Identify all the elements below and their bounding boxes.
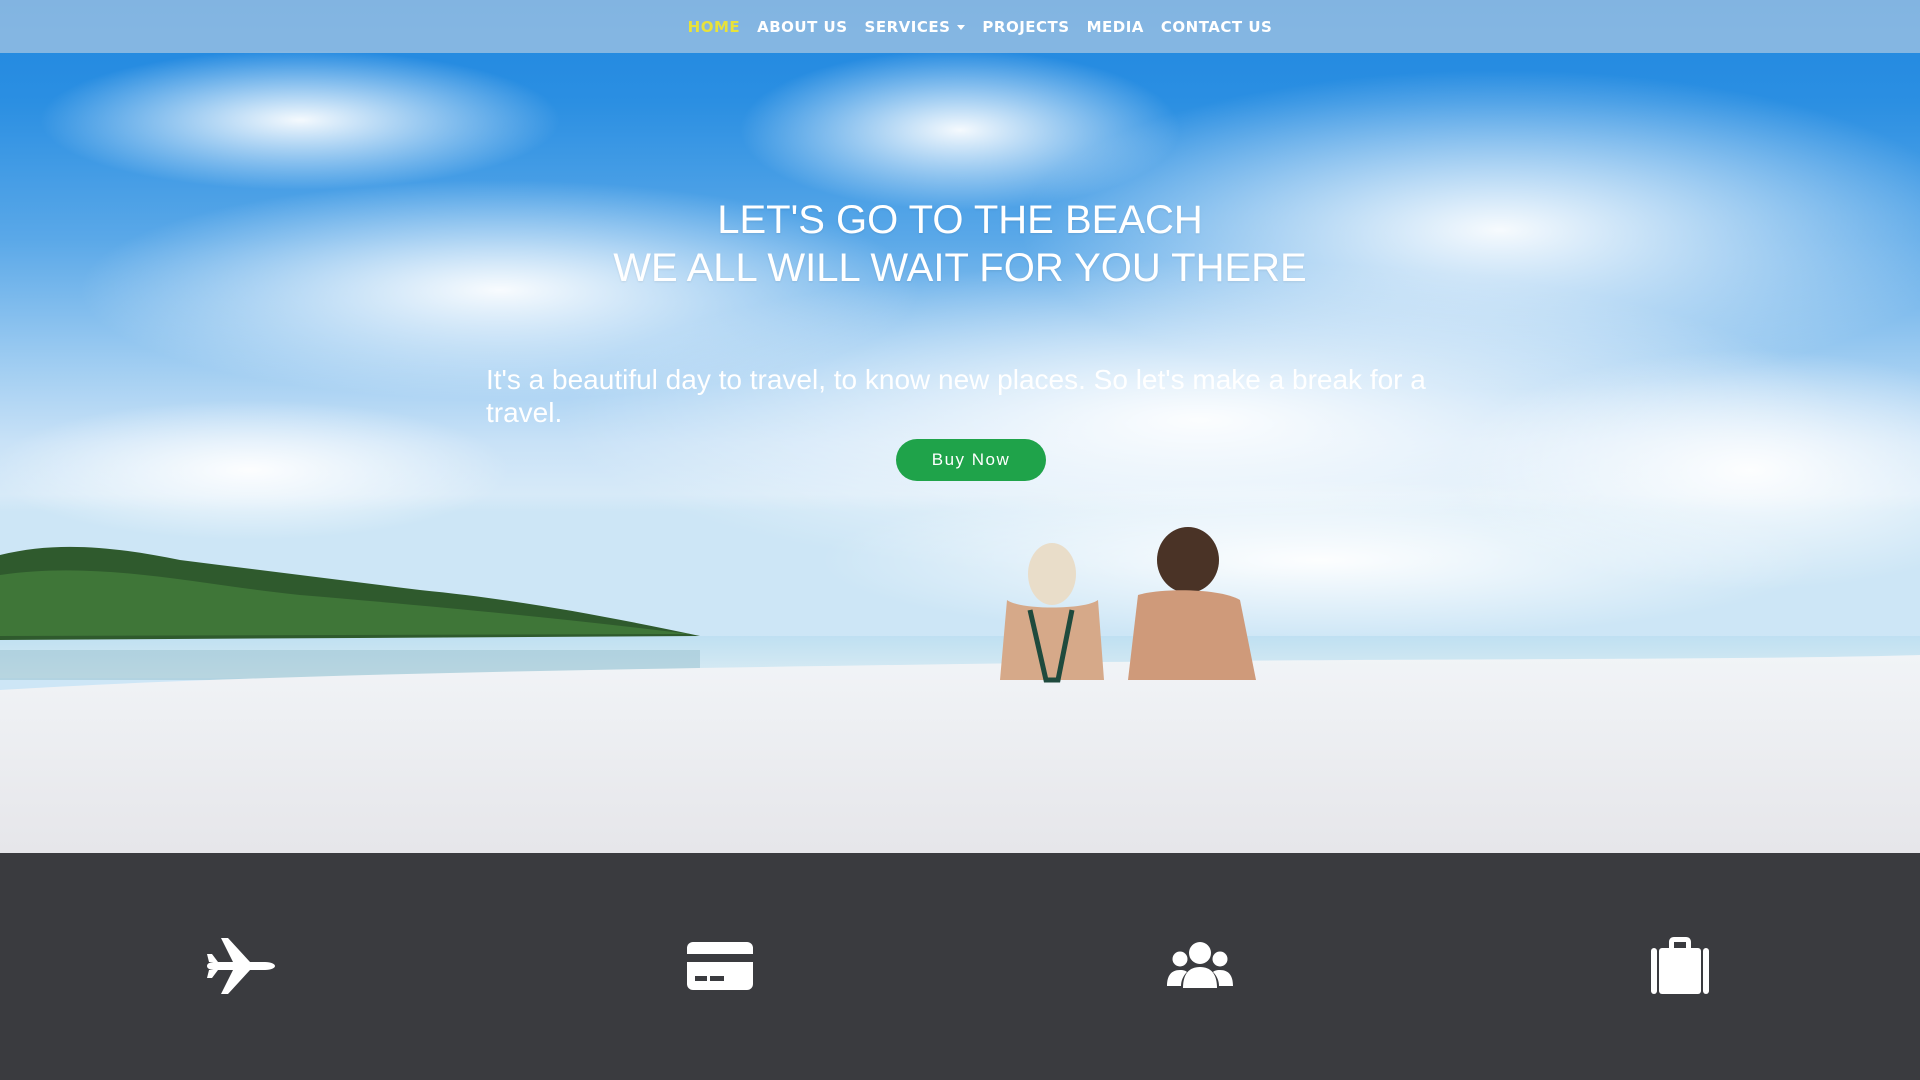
credit-card-icon	[685, 936, 755, 996]
users-icon	[1165, 936, 1235, 996]
nav-contact-us[interactable]: CONTACT US	[1161, 18, 1272, 36]
nav-about-us-label: ABOUT US	[757, 17, 848, 36]
hero-description: It's a beautiful day to travel, to know …	[486, 364, 1426, 428]
hero-title-line-2: WE ALL WILL WAIT FOR YOU THERE	[613, 246, 1307, 290]
nav-media-label: MEDIA	[1086, 17, 1144, 36]
buy-now-button[interactable]: Buy Now	[896, 439, 1046, 481]
nav-home-label: HOME	[687, 17, 741, 36]
nav-projects-label: PROJECTS	[982, 17, 1070, 36]
nav-contact-us-label: CONTACT US	[1160, 17, 1273, 36]
nav-media[interactable]: MEDIA	[1087, 18, 1144, 36]
navbar: HOME ABOUT US SERVICES PROJECTS MEDIA CO…	[0, 0, 1920, 53]
nav-projects[interactable]: PROJECTS	[982, 18, 1069, 36]
nav-services-label: SERVICES	[864, 17, 951, 36]
nav-home[interactable]: HOME	[688, 18, 740, 36]
hero-title: LET'S GO TO THE BEACH WE ALL WILL WAIT F…	[0, 196, 1920, 292]
plane-icon	[205, 936, 275, 996]
hero-section: HOME ABOUT US SERVICES PROJECTS MEDIA CO…	[0, 0, 1920, 853]
features-section	[0, 853, 1920, 1080]
suitcase-icon	[1645, 936, 1715, 996]
nav-about-us[interactable]: ABOUT US	[757, 18, 847, 36]
nav-services-dropdown[interactable]: SERVICES	[865, 18, 966, 36]
caret-down-icon	[957, 24, 966, 30]
hero-title-line-1: LET'S GO TO THE BEACH	[717, 198, 1203, 242]
